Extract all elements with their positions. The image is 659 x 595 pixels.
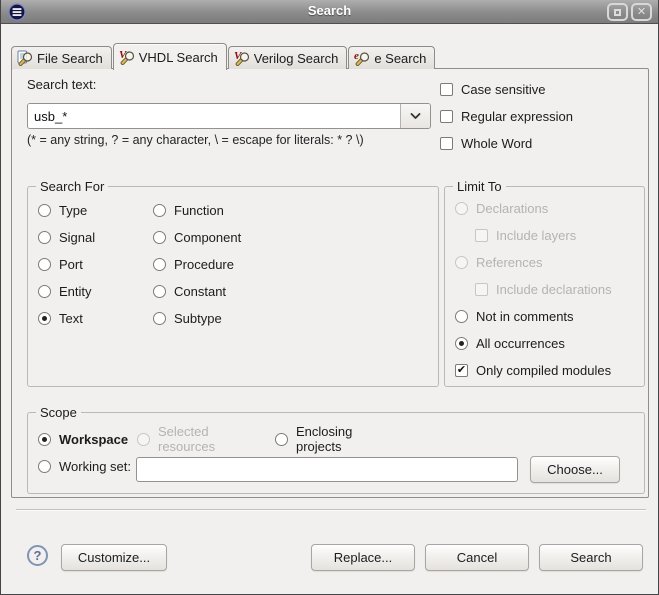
radio-declarations: Declarations — [455, 200, 644, 216]
radio-signal[interactable]: Signal — [38, 229, 153, 245]
replace-button[interactable]: Replace... — [311, 544, 415, 571]
radio-text[interactable]: Text — [38, 310, 153, 326]
tab-label: File Search — [37, 50, 103, 66]
chevron-down-icon — [410, 112, 421, 119]
working-set-input[interactable] — [136, 457, 518, 482]
radio-type[interactable]: Type — [38, 202, 153, 218]
search-text-label: Search text: — [27, 77, 97, 92]
tab-vhdl-search[interactable]: V VHDL Search — [112, 43, 227, 70]
references-radio — [455, 255, 468, 269]
case-sensitive-option[interactable]: Case sensitive — [440, 81, 640, 97]
scope-title: Scope — [36, 405, 81, 420]
subtype-radio[interactable] — [153, 311, 166, 325]
declarations-radio — [455, 201, 468, 215]
radio-working-set[interactable]: Working set: — [38, 459, 131, 474]
customize-button[interactable]: Customize... — [61, 544, 167, 571]
whole-word-option[interactable]: Whole Word — [440, 135, 640, 151]
text-radio[interactable] — [38, 311, 51, 325]
type-radio[interactable] — [38, 203, 51, 217]
radio-all-occurrences[interactable]: All occurrences — [455, 335, 644, 351]
workspace-radio[interactable] — [38, 432, 51, 446]
procedure-radio[interactable] — [153, 257, 166, 271]
enclosing-projects-radio[interactable] — [275, 432, 288, 446]
radio-component[interactable]: Component — [153, 229, 241, 245]
regular-expression-option[interactable]: Regular expression — [440, 108, 640, 124]
include-declarations-checkbox — [475, 282, 488, 296]
regular-expression-checkbox[interactable] — [440, 109, 453, 123]
close-button[interactable]: ✕ — [631, 3, 652, 21]
selected-resources-radio — [137, 432, 150, 446]
tab-e-search[interactable]: e e Search — [348, 46, 436, 69]
not-in-comments-radio[interactable] — [455, 309, 468, 323]
radio-not-in-comments[interactable]: Not in comments — [455, 308, 644, 324]
maximize-icon — [614, 8, 621, 16]
verilog-search-icon: V — [234, 50, 249, 66]
all-occurrences-radio[interactable] — [455, 336, 468, 350]
whole-word-checkbox[interactable] — [440, 136, 453, 150]
search-button[interactable]: Search — [539, 544, 643, 571]
search-tabs: File Search V VHDL Search V Verilog Sear… — [11, 42, 436, 70]
e-search-icon: e — [354, 50, 370, 66]
scope-group: Scope Workspace Selected resources Enclo… — [27, 405, 645, 494]
close-icon: ✕ — [636, 5, 647, 18]
footer-separator — [16, 509, 646, 511]
working-set-radio[interactable] — [38, 460, 51, 473]
search-for-title: Search For — [36, 179, 109, 194]
radio-procedure[interactable]: Procedure — [153, 256, 234, 272]
tab-verilog-search[interactable]: V Verilog Search — [227, 46, 348, 69]
radio-constant[interactable]: Constant — [153, 283, 226, 299]
cancel-button[interactable]: Cancel — [425, 544, 529, 571]
file-search-icon — [17, 50, 33, 66]
search-dialog: Search ✕ File Search V VHDL Search V Ver… — [0, 0, 659, 595]
checkbox-include-layers: Include layers — [475, 227, 644, 243]
radio-references: References — [455, 254, 644, 270]
titlebar: Search ✕ — [1, 0, 658, 24]
tab-file-search[interactable]: File Search — [11, 46, 112, 69]
combo-dropdown-button[interactable] — [400, 104, 430, 128]
choose-button[interactable]: Choose... — [530, 456, 620, 483]
include-layers-checkbox — [475, 228, 488, 242]
component-radio[interactable] — [153, 230, 166, 244]
window-title: Search — [307, 3, 352, 18]
radio-selected-resources: Selected resources — [137, 424, 215, 454]
tab-label: Verilog Search — [253, 50, 339, 66]
checkbox-include-declarations: Include declarations — [475, 281, 644, 297]
radio-port[interactable]: Port — [38, 256, 153, 272]
tab-label: e Search — [374, 50, 427, 66]
wildcard-hint: (* = any string, ? = any character, \ = … — [27, 133, 364, 147]
function-radio[interactable] — [153, 203, 166, 217]
checkbox-only-compiled-modules[interactable]: Only compiled modules — [455, 362, 644, 378]
radio-entity[interactable]: Entity — [38, 283, 153, 299]
maximize-button[interactable] — [607, 3, 628, 21]
entity-radio[interactable] — [38, 284, 51, 298]
only-compiled-modules-checkbox[interactable] — [455, 363, 468, 377]
radio-enclosing-projects[interactable]: Enclosing projects — [275, 424, 352, 454]
limit-to-group: Limit To Declarations Include layers Ref… — [444, 179, 645, 387]
help-icon: ? — [33, 548, 42, 563]
vhdl-search-icon: V — [119, 49, 134, 65]
search-text-combo — [27, 103, 431, 129]
constant-radio[interactable] — [153, 284, 166, 298]
limit-to-title: Limit To — [453, 179, 506, 194]
radio-workspace[interactable]: Workspace — [38, 432, 128, 447]
search-options: Case sensitive Regular expression Whole … — [440, 81, 640, 162]
vhdl-search-panel: Search text: (* = any string, ? = any ch… — [11, 68, 649, 498]
case-sensitive-checkbox[interactable] — [440, 82, 453, 96]
radio-function[interactable]: Function — [153, 202, 224, 218]
search-text-input[interactable] — [28, 104, 400, 128]
help-button[interactable]: ? — [27, 545, 48, 566]
search-for-group: Search For Type Function Signal Componen… — [27, 179, 439, 387]
port-radio[interactable] — [38, 257, 51, 271]
svg-text:e: e — [354, 50, 359, 62]
radio-subtype[interactable]: Subtype — [153, 310, 222, 326]
tab-label: VHDL Search — [138, 49, 218, 65]
signal-radio[interactable] — [38, 230, 51, 244]
